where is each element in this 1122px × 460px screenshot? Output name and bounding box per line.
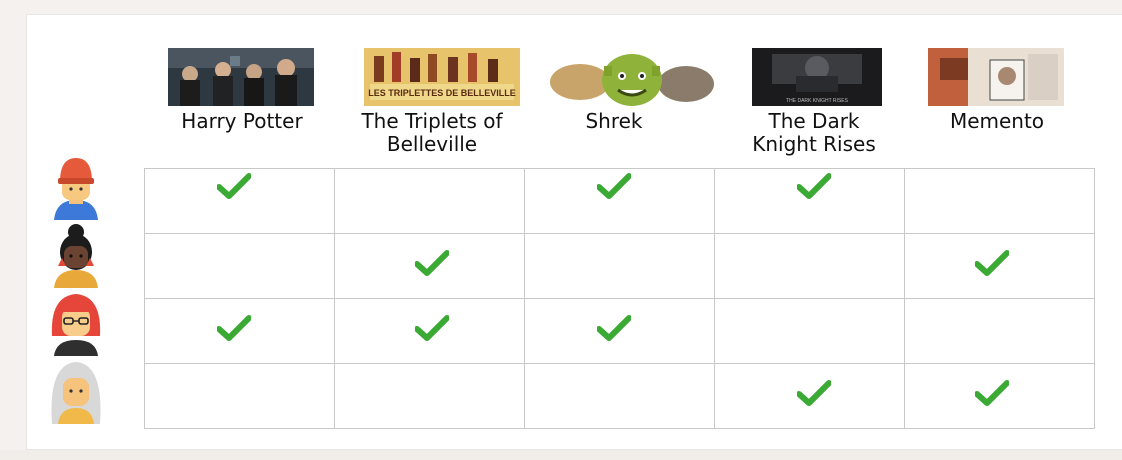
check-icon — [415, 250, 449, 276]
grid-cell — [144, 233, 335, 299]
check-icon — [797, 380, 831, 406]
grid-cell — [714, 363, 905, 429]
check-icon — [975, 250, 1009, 276]
grid-cell — [524, 298, 715, 364]
ratings-grid — [144, 168, 1095, 429]
triplets-poster: LES TRIPLETTES DE BELLEVILLE — [364, 48, 520, 106]
user-avatar-gray-hair — [42, 358, 110, 424]
check-icon — [217, 315, 251, 341]
grid-cell — [334, 298, 525, 364]
movie-title-dark-knight-rises: The Dark Knight Rises — [726, 110, 902, 156]
dark-knight-rises-poster: THE DARK KNIGHT RISES — [752, 48, 882, 106]
shrek-poster — [546, 48, 716, 106]
movie-title-line: Knight Rises — [752, 132, 876, 156]
grid-row — [144, 168, 1095, 234]
user-avatar-red-hair-glasses — [42, 290, 110, 356]
movie-title-line: The Triplets of — [361, 109, 503, 133]
grid-cell — [144, 298, 335, 364]
grid-cell — [144, 168, 335, 234]
check-icon — [597, 173, 631, 199]
grid-cell — [904, 168, 1095, 234]
movie-title-memento: Memento — [949, 109, 1045, 133]
user-avatar-red-hat — [42, 154, 110, 220]
harry-potter-poster — [168, 48, 314, 106]
grid-row — [144, 298, 1095, 364]
memento-poster — [928, 48, 1064, 106]
grid-cell — [334, 233, 525, 299]
movie-title-line: The Dark — [768, 109, 860, 133]
grid-row — [144, 233, 1095, 299]
grid-cell — [144, 363, 335, 429]
grid-cell — [714, 298, 905, 364]
check-icon — [797, 173, 831, 199]
movie-title-shrek: Shrek — [585, 109, 643, 133]
check-icon — [597, 315, 631, 341]
grid-cell — [904, 363, 1095, 429]
grid-cell — [334, 363, 525, 429]
grid-cell — [904, 298, 1095, 364]
check-icon — [415, 315, 449, 341]
grid-row — [144, 363, 1095, 429]
check-icon — [217, 173, 251, 199]
grid-cell — [524, 168, 715, 234]
grid-cell — [524, 363, 715, 429]
grid-cell — [904, 233, 1095, 299]
grid-cell — [714, 168, 905, 234]
user-avatar-bun-hair — [42, 222, 110, 288]
check-icon — [975, 380, 1009, 406]
movie-title-line: Belleville — [386, 132, 478, 156]
grid-cell — [524, 233, 715, 299]
movie-title-harry-potter: Harry Potter — [181, 109, 303, 133]
triplets-poster-text: LES TRIPLETTES DE BELLEVILLE — [368, 88, 516, 98]
dark-knight-poster-text: THE DARK KNIGHT RISES — [786, 98, 849, 104]
grid-cell — [714, 233, 905, 299]
grid-cell — [334, 168, 525, 234]
page-footer-strip — [0, 450, 1122, 460]
movie-title-triplets: The Triplets of Belleville — [336, 110, 528, 156]
